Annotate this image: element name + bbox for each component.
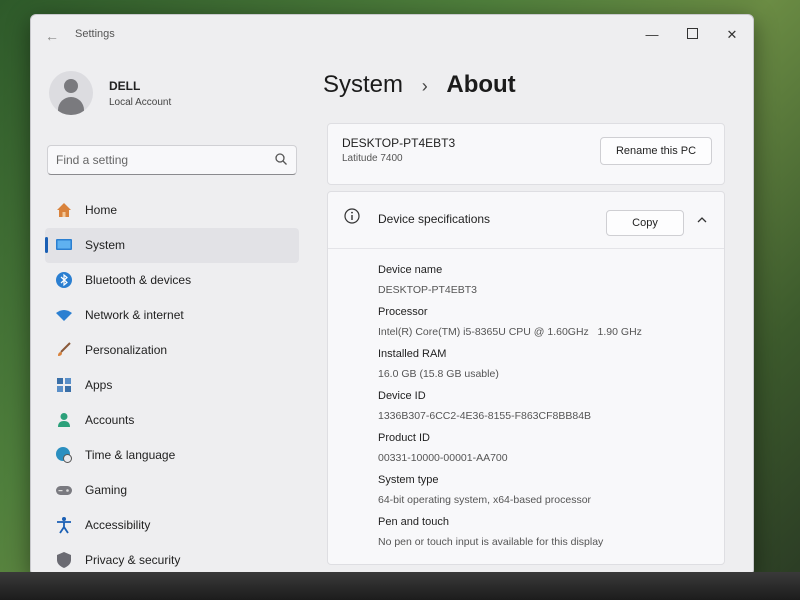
breadcrumb-separator: ›	[421, 76, 428, 96]
close-button[interactable]: ✕	[717, 23, 747, 47]
maximize-button[interactable]	[677, 23, 707, 47]
spec-label: Pen and touch	[378, 516, 449, 528]
sidebar-item-label: Home	[85, 203, 118, 217]
app-title: Settings	[75, 28, 115, 40]
account-type: Local Account	[109, 97, 172, 108]
home-icon	[57, 203, 71, 217]
selection-indicator	[45, 237, 48, 253]
spec-value: 64-bit operating system, x64-based proce…	[378, 494, 592, 506]
sidebar-item-label: Gaming	[85, 483, 128, 497]
title-bar: ← Settings — ✕	[31, 15, 753, 55]
sidebar-item-label: Network & internet	[85, 308, 184, 322]
user-name: DELL	[109, 79, 141, 93]
accessibility-icon	[57, 517, 71, 534]
sidebar-item-gaming[interactable]: Gaming	[45, 473, 299, 508]
spec-list: Device name DESKTOP-PT4EBT3 Processor In…	[378, 260, 708, 554]
breadcrumb: System › About	[323, 71, 516, 99]
spec-row-system-type: System type 64-bit operating system, x64…	[378, 470, 708, 512]
info-icon	[344, 208, 360, 224]
maximize-icon	[686, 28, 698, 39]
monitor-icon	[56, 239, 72, 250]
spec-label: System type	[378, 474, 439, 486]
spec-value: 16.0 GB (15.8 GB usable)	[378, 368, 499, 380]
wifi-icon	[56, 310, 72, 321]
sidebar-item-time-language[interactable]: Time & language	[45, 438, 299, 473]
sidebar-item-accessibility[interactable]: Accessibility	[45, 508, 299, 543]
laptop-bezel	[0, 572, 800, 600]
spec-row-device-id: Device ID 1336B307-6CC2-4E36-8155-F863CF…	[378, 386, 708, 428]
sidebar-item-label: System	[85, 238, 126, 252]
sidebar-item-label: Time & language	[85, 448, 176, 462]
spec-label: Device name	[378, 264, 443, 276]
brush-icon	[58, 342, 71, 356]
settings-window: ← Settings — ✕ DELL Local Account Find a…	[30, 14, 754, 576]
spec-value: Intel(R) Core(TM) i5-8365U CPU @ 1.60GHz…	[378, 326, 642, 338]
sidebar-item-label: Accounts	[85, 413, 135, 427]
apps-icon	[57, 378, 71, 392]
spec-row-device-name: Device name DESKTOP-PT4EBT3	[378, 260, 708, 302]
back-arrow-icon[interactable]: ←	[41, 25, 63, 47]
sidebar-nav: Home System Bluetooth & devices Network …	[45, 193, 299, 575]
spec-row-pen-touch: Pen and touch No pen or touch input is a…	[378, 512, 708, 554]
sidebar-item-label: Personalization	[85, 343, 168, 357]
spec-value: No pen or touch input is available for t…	[378, 536, 604, 548]
bluetooth-icon	[56, 272, 72, 288]
spec-label: Processor	[378, 306, 428, 318]
search-icon	[275, 153, 287, 165]
user-profile[interactable]: DELL Local Account	[49, 71, 309, 131]
pc-model: Latitude 7400	[342, 153, 403, 164]
sidebar-item-personalization[interactable]: Personalization	[45, 333, 299, 368]
sidebar-item-label: Bluetooth & devices	[85, 273, 192, 287]
spec-label: Device ID	[378, 390, 426, 402]
sidebar-item-home[interactable]: Home	[45, 193, 299, 228]
sidebar-item-apps[interactable]: Apps	[45, 368, 299, 403]
person-icon	[58, 413, 70, 427]
spec-value: DESKTOP-PT4EBT3	[378, 284, 478, 296]
sidebar-item-label: Accessibility	[85, 518, 151, 532]
section-title: Device specifications	[378, 212, 491, 226]
sidebar-item-accounts[interactable]: Accounts	[45, 403, 299, 438]
breadcrumb-parent[interactable]: System	[323, 71, 403, 98]
shield-icon	[57, 552, 71, 568]
sidebar-item-network[interactable]: Network & internet	[45, 298, 299, 333]
spec-label: Installed RAM	[378, 348, 447, 360]
search-placeholder: Find a setting	[56, 153, 129, 167]
globe-clock-icon	[56, 447, 72, 463]
pc-info-card: DESKTOP-PT4EBT3 Latitude 7400 Rename thi…	[327, 123, 725, 185]
minimize-button[interactable]: —	[637, 23, 667, 47]
device-specifications-header[interactable]: Device specifications Copy	[328, 192, 724, 249]
page-title: About	[446, 71, 516, 98]
spec-value: 00331-10000-00001-AA700	[378, 452, 508, 464]
gamepad-icon	[56, 486, 72, 495]
device-specifications-card: Device specifications Copy Device name D…	[327, 191, 725, 565]
sidebar-item-label: Privacy & security	[85, 553, 181, 567]
search-input[interactable]: Find a setting	[47, 145, 297, 175]
copy-button[interactable]: Copy	[606, 210, 684, 236]
spec-row-installed-ram: Installed RAM 16.0 GB (15.8 GB usable)	[378, 344, 708, 386]
chevron-up-icon[interactable]	[696, 214, 708, 226]
sidebar-item-label: Apps	[85, 378, 113, 392]
sidebar-item-bluetooth[interactable]: Bluetooth & devices	[45, 263, 299, 298]
rename-pc-button[interactable]: Rename this PC	[600, 137, 712, 165]
spec-row-processor: Processor Intel(R) Core(TM) i5-8365U CPU…	[378, 302, 708, 344]
spec-value: 1336B307-6CC2-4E36-8155-F863CF8BB84B	[378, 410, 592, 422]
spec-row-product-id: Product ID 00331-10000-00001-AA700	[378, 428, 708, 470]
sidebar-item-system[interactable]: System	[45, 228, 299, 263]
spec-label: Product ID	[378, 432, 430, 444]
avatar	[49, 71, 93, 115]
pc-name: DESKTOP-PT4EBT3	[342, 136, 456, 150]
